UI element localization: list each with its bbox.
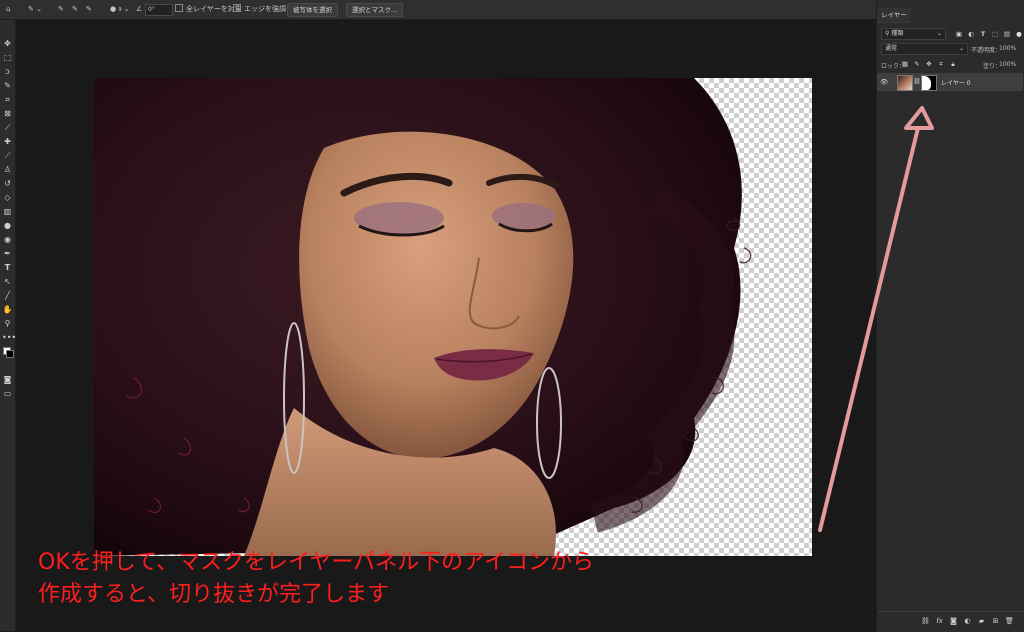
lock-image-icon[interactable]: ✎ xyxy=(913,60,921,68)
lasso-tool-icon[interactable]: ↄ xyxy=(2,66,13,77)
opacity-value[interactable]: 100% xyxy=(999,45,1016,52)
layers-panel: レイヤー ⚲ 種類 ⌄ ▣ ◐ T ⬚ ▤ ● 通常 ⌄ 不透明度： 100% ロ… xyxy=(876,0,1024,632)
group-folder-icon[interactable]: ▰ xyxy=(977,617,986,626)
layer-row[interactable]: 👁︎ ⛓︎ レイヤー 0 xyxy=(877,73,1023,91)
lock-row: ロック： ▦ ✎ ✥ ⌗ 🔒︎ 塗り： 100% xyxy=(877,59,1024,71)
hand-tool-icon[interactable]: ✋ xyxy=(2,304,13,315)
blend-mode-dropdown[interactable]: 通常 ⌄ xyxy=(881,43,968,55)
adjustment-filter-icon[interactable]: ◐ xyxy=(967,30,975,38)
clone-stamp-tool-icon[interactable]: ♙ xyxy=(2,164,13,175)
new-selection-icon[interactable]: ✎ xyxy=(58,3,64,16)
options-bar: ⌂ ✎ ⌄ ✎ ✎ ✎ ● 9 ⌄ ∠ 0° 全レイヤーを対象 エッジを強調 被… xyxy=(0,0,1024,20)
kind-filter-dropdown[interactable]: ⚲ 種類 ⌄ xyxy=(881,28,946,40)
lock-position-icon[interactable]: ✥ xyxy=(925,60,933,68)
caption-line-1: OKを押して、マスクをレイヤーパネル下のアイコンから xyxy=(38,550,595,575)
frame-tool-icon[interactable]: ⊠ xyxy=(2,108,13,119)
healing-brush-tool-icon[interactable]: ✚ xyxy=(2,136,13,147)
layers-tab[interactable]: レイヤー xyxy=(877,8,911,23)
fx-icon[interactable]: fx xyxy=(935,617,944,626)
type-filter-icon[interactable]: T xyxy=(979,30,987,38)
trash-icon[interactable]: 🗑︎ xyxy=(1005,617,1014,626)
fill-value[interactable]: 100% xyxy=(999,61,1016,68)
caption-text: OKを押して、マスクをレイヤーパネル下のアイコンから 作成すると、切り抜きが完了… xyxy=(38,547,858,611)
filter-row: ⚲ 種類 ⌄ ▣ ◐ T ⬚ ▤ ● xyxy=(877,28,1024,40)
type-tool-icon[interactable]: T xyxy=(2,262,13,273)
canvas-area[interactable] xyxy=(16,20,872,631)
blend-row: 通常 ⌄ 不透明度： 100% xyxy=(877,43,1024,55)
add-layer-mask-icon[interactable]: ◙ xyxy=(949,617,958,626)
caption-line-2: 作成すると、切り抜きが完了します xyxy=(38,582,390,607)
crop-tool-icon[interactable]: ⌗ xyxy=(2,94,13,105)
default-colors-icon[interactable] xyxy=(2,346,14,358)
screen-mode-icon[interactable]: ▭ xyxy=(2,388,13,399)
dodge-tool-icon[interactable]: ◉ xyxy=(2,234,13,245)
new-layer-icon[interactable]: ⊞ xyxy=(991,617,1000,626)
marquee-tool-icon[interactable]: ⬚ xyxy=(2,52,13,63)
line-tool-icon[interactable]: ╱ xyxy=(2,290,13,301)
layer-mask-thumbnail[interactable] xyxy=(921,75,937,91)
adjustment-layer-icon[interactable]: ◐ xyxy=(963,617,972,626)
select-and-mask-button[interactable]: 選択とマスク... xyxy=(346,3,404,17)
home-icon[interactable]: ⌂ xyxy=(6,3,10,16)
zoom-tool-icon[interactable]: ⚲ xyxy=(2,318,13,329)
pixel-filter-icon[interactable]: ▣ xyxy=(955,30,963,38)
lock-transparent-icon[interactable]: ▦ xyxy=(901,60,909,68)
brush-dot-icon: ● xyxy=(110,5,117,13)
chevron-down-icon: ⌄ xyxy=(936,30,942,37)
quick-selection-tool-icon[interactable]: ✎ xyxy=(2,80,13,91)
angle-input[interactable]: 0° xyxy=(145,4,173,16)
search-icon: ⚲ xyxy=(885,30,890,37)
tools-panel: ✥ ⬚ ↄ ✎ ⌗ ⊠ ⟋ ✚ ⟋ ♙ ↺ ◇ ▥ ● ◉ ✒ T ↖ ╱ ✋ … xyxy=(0,20,16,631)
quick-mask-icon[interactable]: ◙ xyxy=(2,374,13,385)
visibility-eye-icon[interactable]: 👁︎ xyxy=(880,78,888,86)
filter-toggle-icon[interactable]: ● xyxy=(1015,30,1023,38)
blur-tool-icon[interactable]: ● xyxy=(2,220,13,231)
lock-all-icon[interactable]: 🔒︎ xyxy=(949,60,957,68)
shape-filter-icon[interactable]: ⬚ xyxy=(991,30,999,38)
link-layers-icon[interactable]: ⛓︎ xyxy=(921,617,930,626)
subtract-selection-icon[interactable]: ✎ xyxy=(86,3,92,16)
checkbox-icon xyxy=(233,4,241,12)
smart-object-filter-icon[interactable]: ▤ xyxy=(1003,30,1011,38)
brush-tool-icon[interactable]: ⟋ xyxy=(2,150,13,161)
brush-size-picker[interactable]: ● 9 ⌄ xyxy=(110,3,130,16)
link-icon[interactable]: ⛓︎ xyxy=(913,78,921,86)
quick-selection-tool-preset-icon[interactable]: ✎ ⌄ xyxy=(28,3,42,16)
photo-image xyxy=(94,78,752,556)
history-brush-tool-icon[interactable]: ↺ xyxy=(2,178,13,189)
enhance-edge-checkbox[interactable]: エッジを強調 xyxy=(233,3,286,16)
gradient-tool-icon[interactable]: ▥ xyxy=(2,206,13,217)
angle-icon: ∠ xyxy=(136,5,143,13)
eraser-tool-icon[interactable]: ◇ xyxy=(2,192,13,203)
opacity-label: 不透明度： xyxy=(971,47,1002,54)
layer-name[interactable]: レイヤー 0 xyxy=(941,78,971,87)
eyedropper-tool-icon[interactable]: ⟋ xyxy=(2,122,13,133)
add-to-selection-icon[interactable]: ✎ xyxy=(72,3,78,16)
move-tool-icon[interactable]: ✥ xyxy=(2,38,13,49)
layer-thumbnail[interactable] xyxy=(897,75,913,91)
checkbox-icon xyxy=(175,4,183,12)
lock-artboard-icon[interactable]: ⌗ xyxy=(937,60,945,68)
path-selection-tool-icon[interactable]: ↖ xyxy=(2,276,13,287)
select-subject-button[interactable]: 被写体を選択 xyxy=(287,3,338,17)
sample-all-layers-checkbox[interactable]: 全レイヤーを対象 xyxy=(175,3,242,16)
more-tools-icon[interactable]: ••• xyxy=(2,332,16,343)
layers-panel-footer: ⛓︎ fx ◙ ◐ ▰ ⊞ 🗑︎ xyxy=(877,611,1024,632)
chevron-down-icon: ⌄ xyxy=(958,45,964,52)
pen-tool-icon[interactable]: ✒ xyxy=(2,248,13,259)
document-canvas[interactable] xyxy=(94,78,812,556)
